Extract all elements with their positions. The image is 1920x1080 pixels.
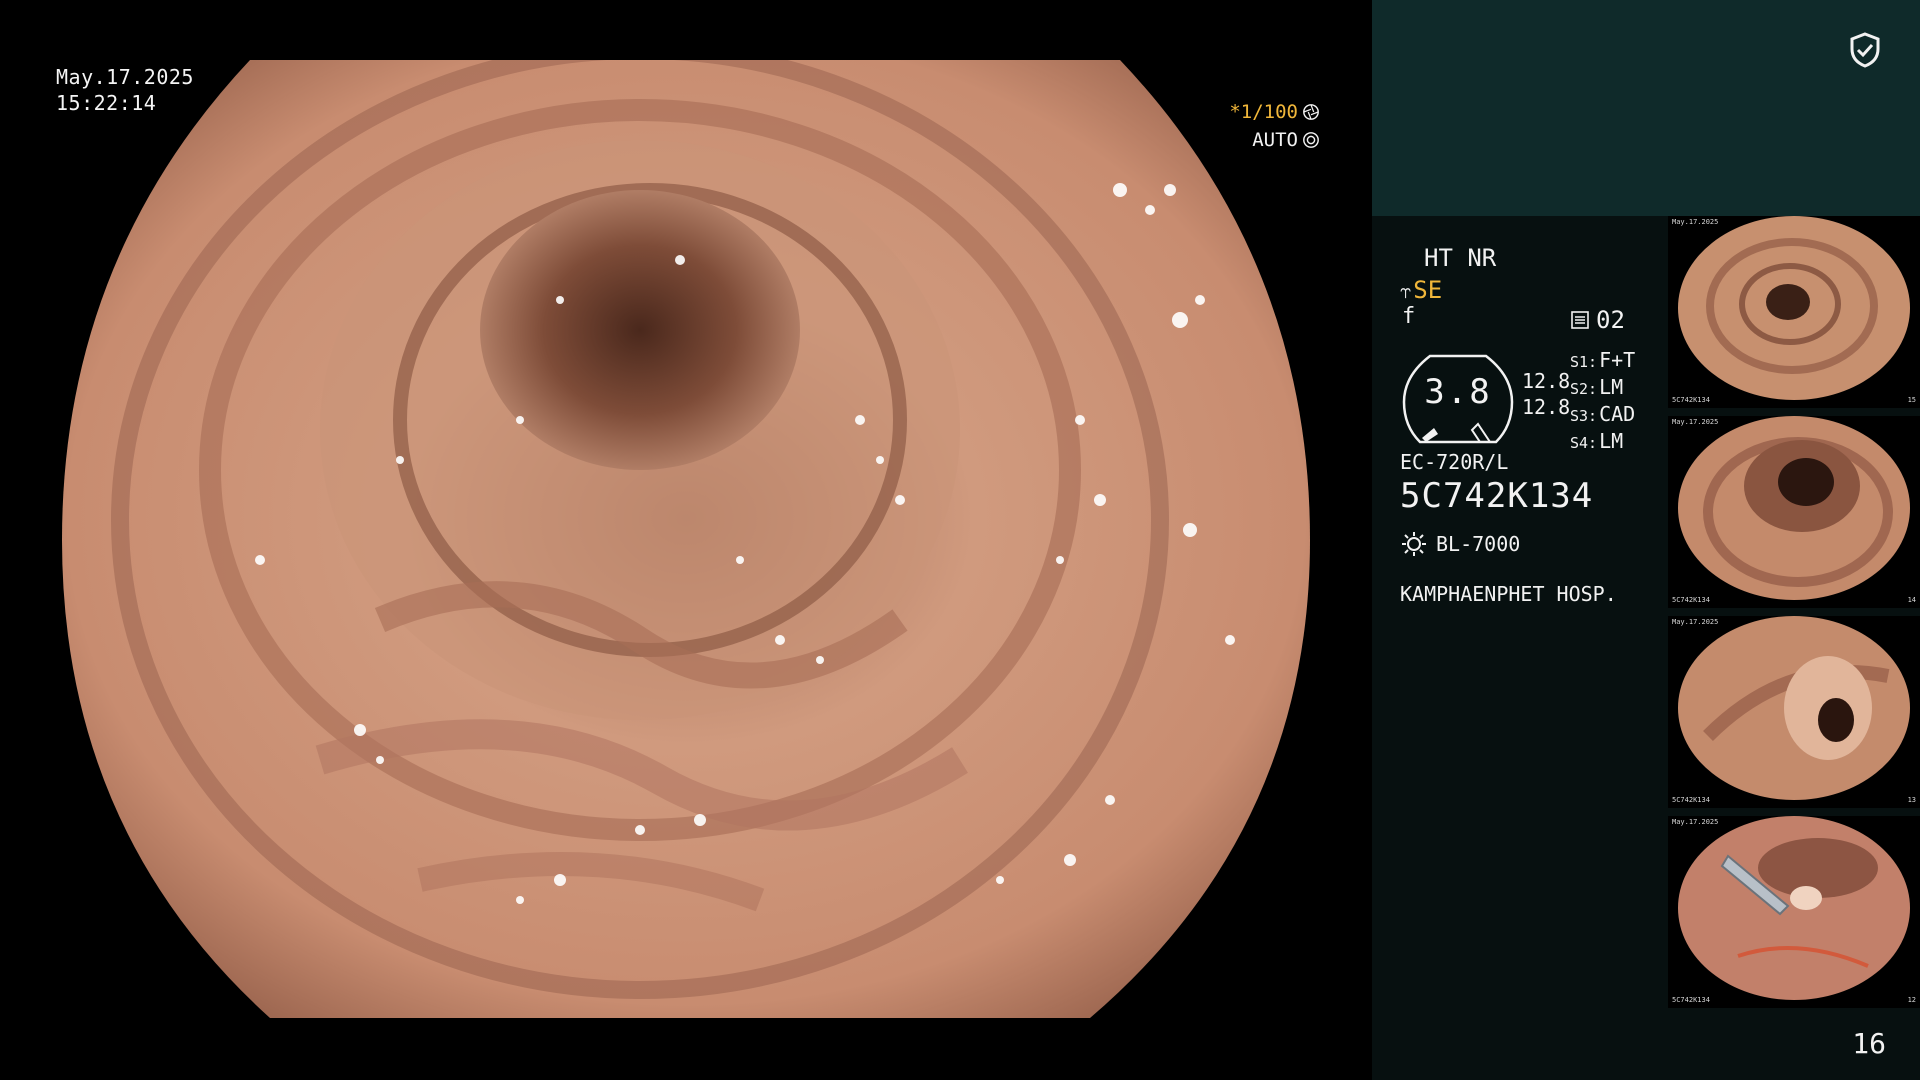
- time-text: 15:22:14: [56, 91, 157, 115]
- thumbnail-number: 13: [1907, 796, 1916, 804]
- thumbnail-date: May.17.2025: [1672, 218, 1719, 226]
- thumbnail-1[interactable]: May.17.2025 5C742K134 15: [1668, 216, 1920, 408]
- thumbnail-image: [1668, 416, 1920, 608]
- switch-settings: S1: F+T S2: LM S3: CAD S4: LM: [1570, 348, 1635, 456]
- zoom-gauge: 3.8: [1400, 352, 1516, 446]
- endoscopic-image: [62, 60, 1310, 1018]
- thumbnail-date: May.17.2025: [1672, 818, 1719, 826]
- info-side-panel: HT NR ⥾SE f 02 3.8 12.8 12.8 S1: F+T S2:…: [1372, 0, 1920, 1080]
- thumbnail-3[interactable]: May.17.2025 5C742K134 13: [1668, 616, 1920, 808]
- iris-icon: [1303, 132, 1319, 148]
- light-source: BL-7000: [1400, 530, 1520, 558]
- mode-ht-nr: HT NR: [1424, 244, 1497, 272]
- panel-header: [1372, 0, 1920, 216]
- gauge-value: 3.8: [1424, 372, 1492, 412]
- thumbnail-strip: May.17.2025 5C742K134 15 May.17.2025 5C7…: [1668, 216, 1920, 1016]
- thumbnail-number: 14: [1907, 596, 1916, 604]
- light-source-text: BL-7000: [1436, 532, 1521, 556]
- shutter-speed-row: *1/100: [1180, 98, 1320, 126]
- thumbnail-image: [1668, 216, 1920, 408]
- shield-check-icon: [1850, 32, 1880, 68]
- thumbnail-serial: 5C742K134: [1672, 996, 1710, 1004]
- shutter-speed-text: *1/100: [1229, 101, 1298, 123]
- thumbnail-serial: 5C742K134: [1672, 596, 1710, 604]
- date-text: May.17.2025: [56, 65, 194, 89]
- thumbnail-2[interactable]: May.17.2025 5C742K134 14: [1668, 416, 1920, 608]
- thumbnail-4[interactable]: May.17.2025 5C742K134 12: [1668, 816, 1920, 1008]
- memo-box-icon: [1571, 311, 1589, 329]
- endoscope-main-view: May.17.2025 15:22:14 *1/100 AUTO: [0, 0, 1372, 1080]
- gauge-numbers: 12.8 12.8: [1522, 368, 1570, 420]
- switch-setting-s3: S3: CAD: [1570, 402, 1636, 426]
- thumbnail-date: May.17.2025: [1672, 418, 1719, 426]
- image-count: 16: [1852, 1027, 1886, 1060]
- mode-se: ⥾SE: [1400, 276, 1442, 304]
- switch-setting-s2: S2: LM: [1570, 375, 1624, 399]
- mode-02: 02: [1570, 306, 1625, 334]
- switch-setting-s1: S1: F+T: [1570, 348, 1636, 372]
- hospital-name: KAMPHAENPHET HOSP.: [1400, 582, 1617, 606]
- mode-f: f: [1402, 304, 1415, 329]
- thumbnail-image: [1668, 816, 1920, 1008]
- switch-setting-s4: S4: LM: [1570, 429, 1624, 453]
- aperture-icon: [1303, 104, 1319, 120]
- thumbnail-number: 15: [1907, 396, 1916, 404]
- mode-se-text: SE: [1413, 276, 1443, 304]
- thumbnail-serial: 5C742K134: [1672, 796, 1710, 804]
- thumbnail-number: 12: [1907, 996, 1916, 1004]
- scope-serial: 5C742K134: [1400, 476, 1594, 516]
- structure-enhance-icon: ⥾: [1400, 279, 1412, 303]
- thumbnail-serial: 5C742K134: [1672, 396, 1710, 404]
- iris-mode-row: AUTO: [1180, 126, 1320, 154]
- thumbnail-date: May.17.2025: [1672, 618, 1719, 626]
- sun-icon: [1402, 532, 1426, 556]
- thumbnail-image: [1668, 616, 1920, 808]
- date-time-display: May.17.2025 15:22:14: [56, 64, 194, 116]
- mode-f-text: f: [1402, 304, 1416, 329]
- exposure-info: *1/100 AUTO: [1180, 98, 1320, 154]
- iris-mode-text: AUTO: [1252, 129, 1298, 151]
- gauge-number-1: 12.8: [1522, 369, 1571, 393]
- scope-model: EC-720R/L: [1400, 450, 1509, 474]
- mode-02-text: 02: [1596, 306, 1625, 334]
- gauge-number-2: 12.8: [1522, 395, 1571, 419]
